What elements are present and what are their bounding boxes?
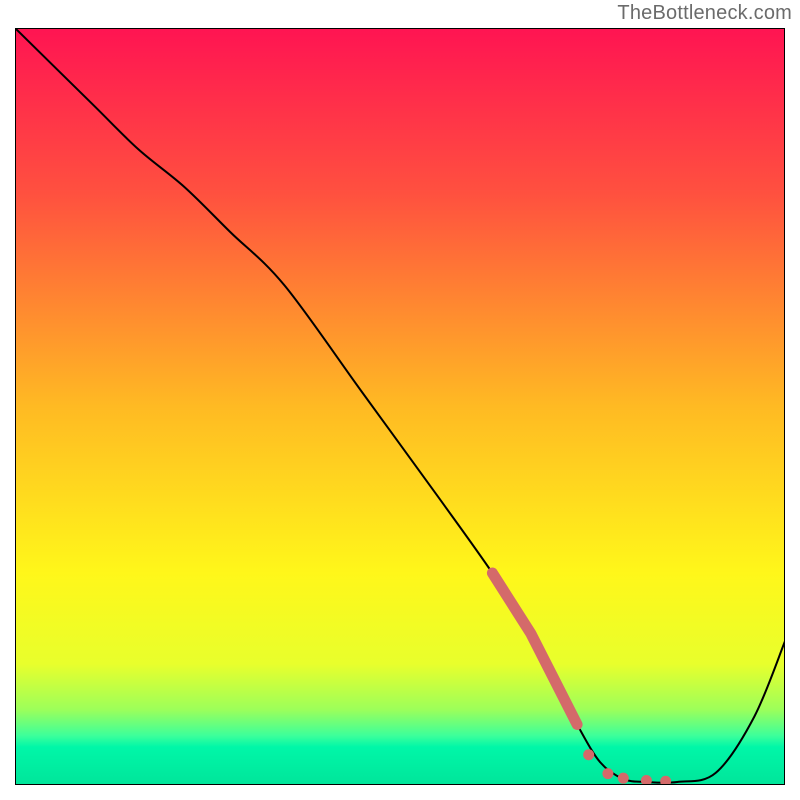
highlight-dot: [583, 749, 594, 760]
highlight-dot: [602, 768, 613, 779]
watermark-text: TheBottleneck.com: [617, 2, 792, 25]
chart-container: [15, 28, 785, 785]
highlight-dot: [618, 773, 629, 784]
chart-svg: [15, 28, 785, 785]
